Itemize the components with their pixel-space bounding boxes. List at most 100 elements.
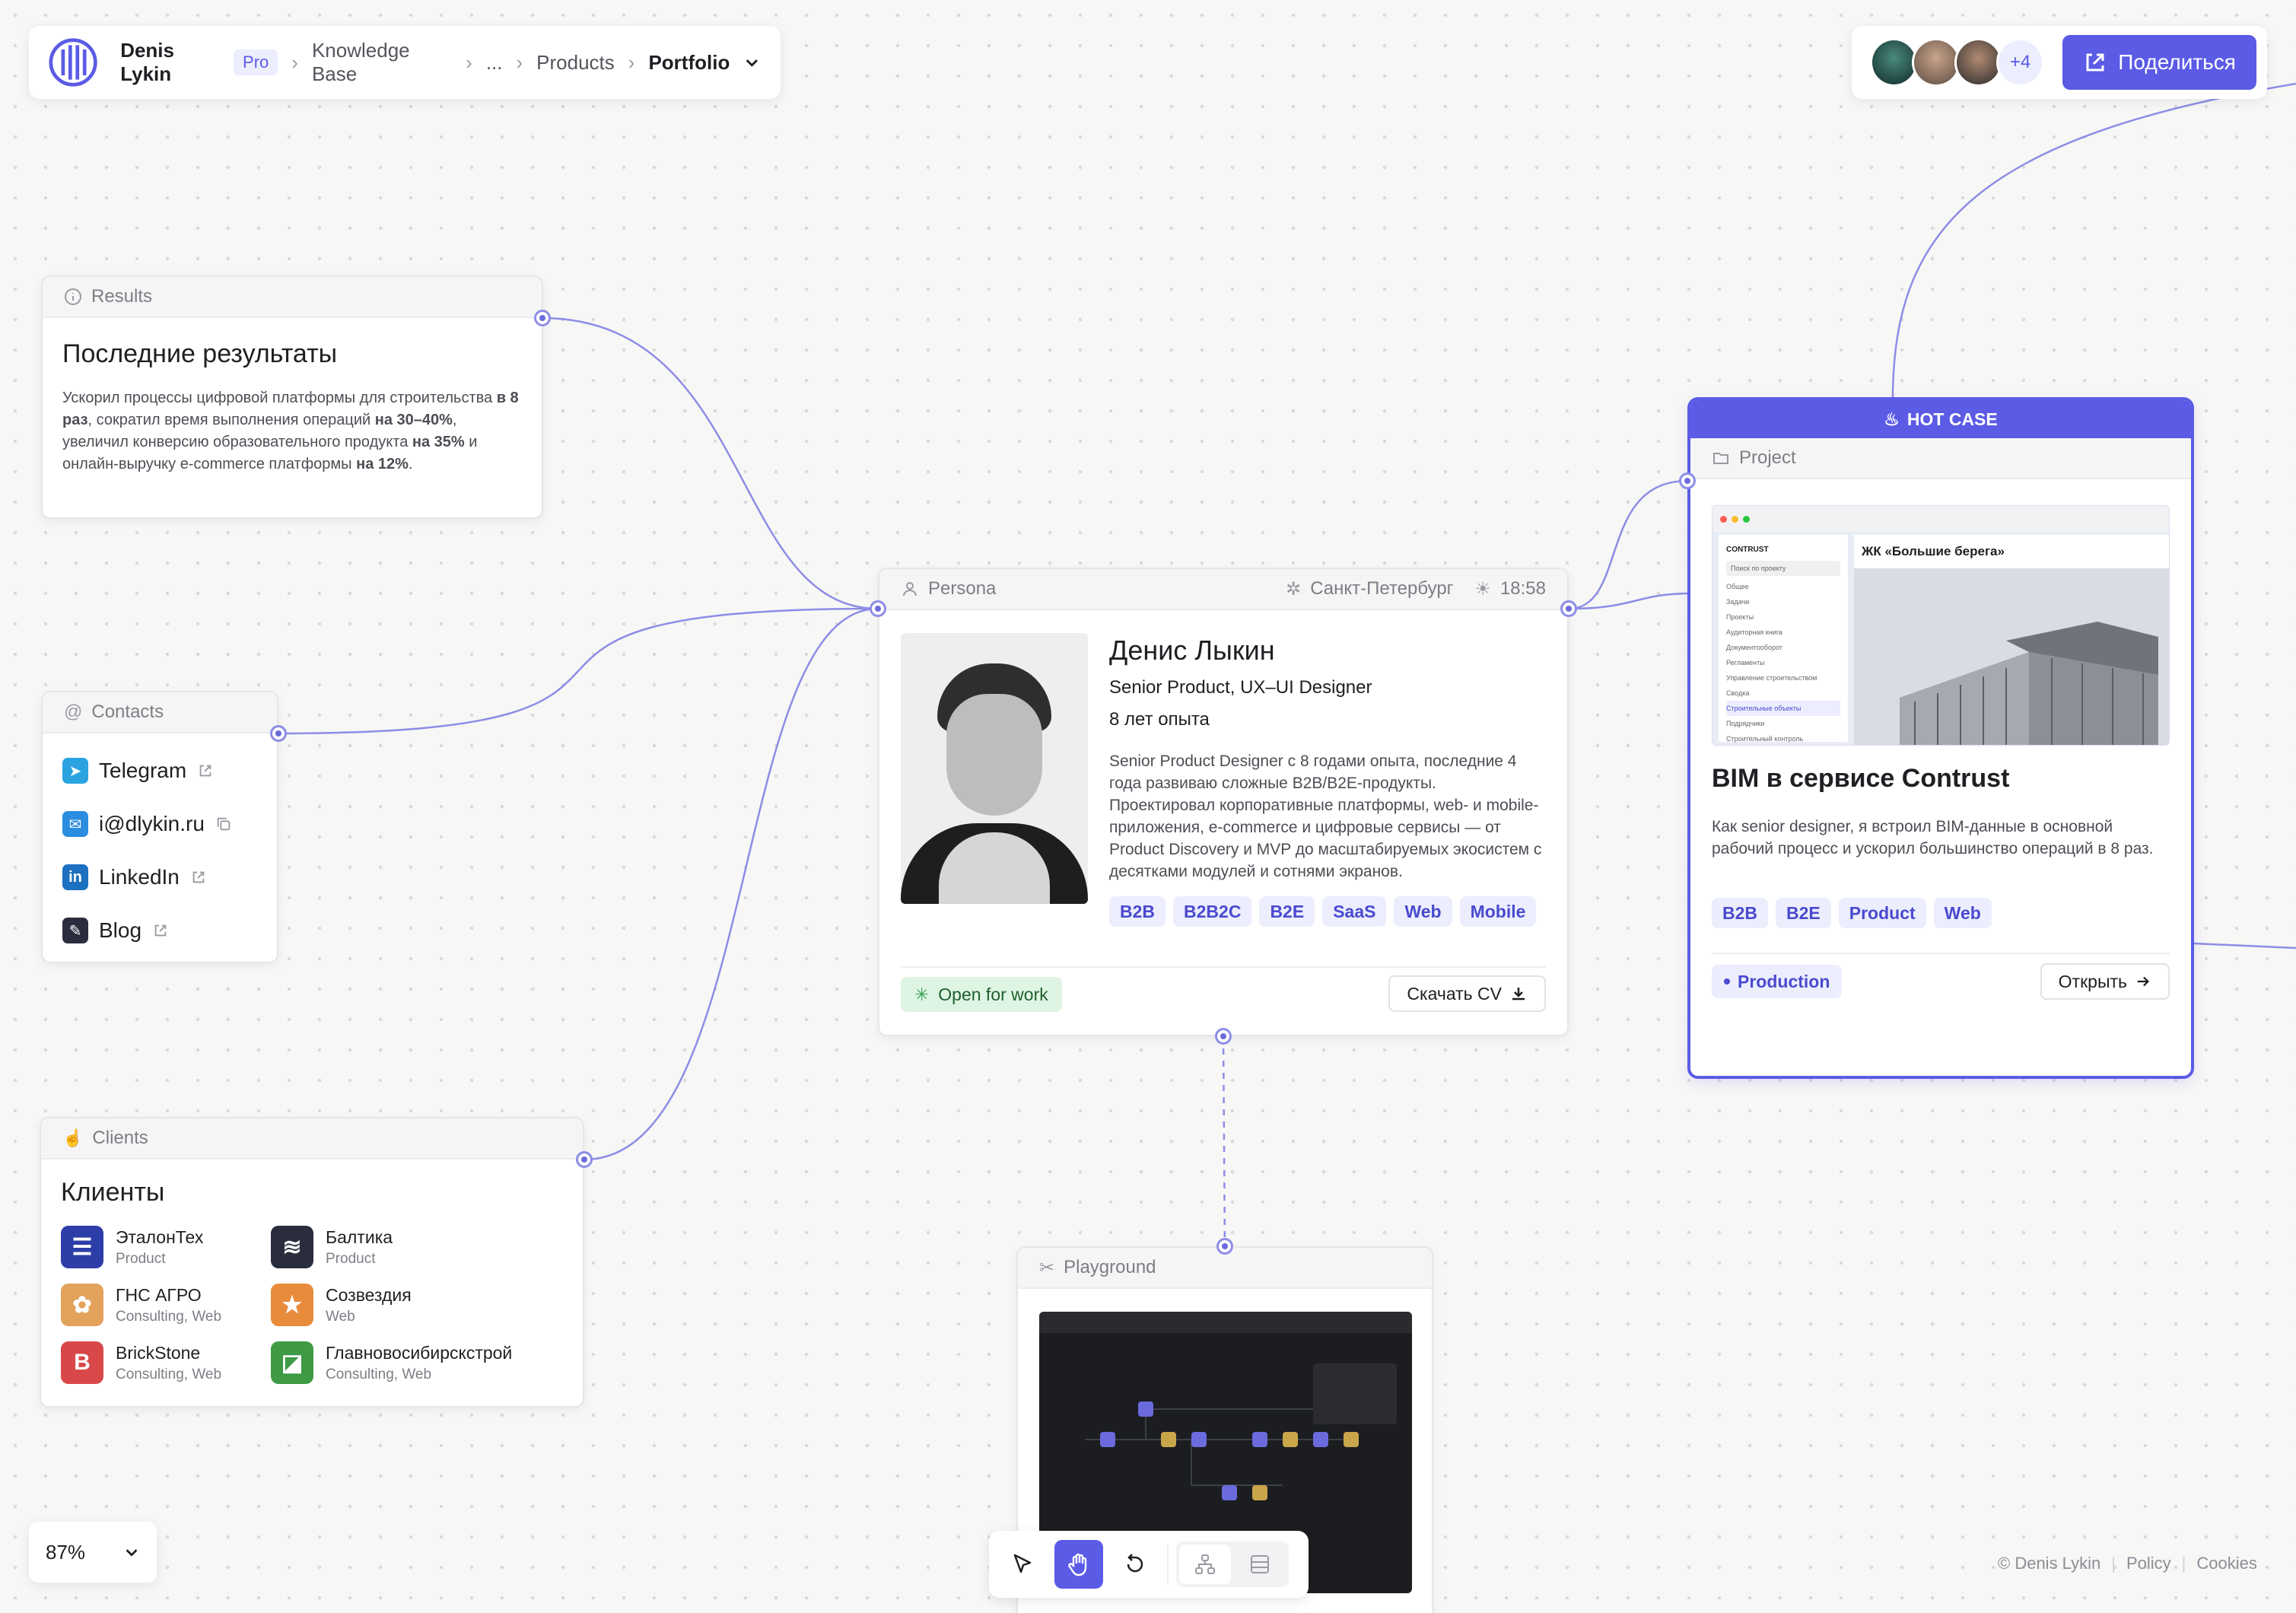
persona-card[interactable]: Persona ✲ Санкт-Петербург ☀ 18:58 Денис … xyxy=(878,568,1569,1036)
select-tool-button[interactable] xyxy=(998,1540,1047,1589)
project-tags: B2B B2E Product Web xyxy=(1712,898,1999,928)
tag: B2B xyxy=(1712,898,1769,928)
plan-badge: Pro xyxy=(234,49,278,75)
connector-handle[interactable] xyxy=(534,310,551,326)
user-icon xyxy=(903,582,917,597)
preview-brand: CONTRUST xyxy=(1726,546,1769,554)
contact-label: i@dlykin.ru xyxy=(99,812,205,835)
more-collaborators-badge[interactable]: +4 xyxy=(1995,38,2045,87)
client-item[interactable]: ☰ ЭталонТех Product xyxy=(61,1218,271,1276)
tag: B2E xyxy=(1776,898,1831,928)
external-link-icon xyxy=(154,924,167,937)
graph-view-button[interactable] xyxy=(1179,1545,1231,1584)
connector-handle[interactable] xyxy=(1560,600,1577,617)
persona-experience: 8 лет опыта xyxy=(1109,709,1210,730)
contact-email[interactable]: ✉ i@dlykin.ru xyxy=(62,797,257,851)
building-3d-model xyxy=(1854,568,2169,745)
tag: B2B2C xyxy=(1173,896,1252,927)
tag: Product xyxy=(1838,898,1926,928)
chevron-down-icon xyxy=(126,1549,138,1557)
contacts-card[interactable]: @ Contacts ➤ Telegram ✉ i@dlykin.ru in L… xyxy=(41,691,278,963)
glavnovosibirskstroy-logo-icon: ◪ xyxy=(271,1341,313,1384)
connector-handle[interactable] xyxy=(1679,472,1696,489)
results-title: Последние результаты xyxy=(62,339,338,368)
client-item[interactable]: ★ Созвездия Web xyxy=(271,1276,563,1334)
breadcrumb-current[interactable]: Portfolio xyxy=(648,51,730,75)
avatar[interactable] xyxy=(1870,38,1919,87)
project-preview[interactable]: CONTRUST Поиск по проекту Общее Задачи П… xyxy=(1712,505,2170,746)
tag: B2B xyxy=(1109,896,1166,927)
project-card[interactable]: ♨ HOT CASE Project CONTRUST Поиск по про… xyxy=(1687,397,2194,1079)
breadcrumb-ellipsis[interactable]: ... xyxy=(486,51,503,75)
chevron-right-icon: › xyxy=(628,50,635,74)
cookies-link[interactable]: Cookies xyxy=(2196,1554,2256,1573)
copy-icon xyxy=(217,817,231,831)
persona-city: Санкт-Петербург xyxy=(1310,578,1454,599)
view-toggle xyxy=(1176,1541,1289,1587)
chevron-down-icon[interactable] xyxy=(743,53,761,72)
avatar[interactable] xyxy=(1912,38,1961,87)
list-view-button[interactable] xyxy=(1234,1545,1286,1584)
tag: Mobile xyxy=(1459,896,1537,927)
collab-bar: +4 Поделиться xyxy=(1852,26,2267,99)
tag: Web xyxy=(1394,896,1452,927)
sunrise-icon: ☀ xyxy=(1474,578,1491,600)
contact-label: Telegram xyxy=(99,759,187,782)
clients-header-label: Clients xyxy=(92,1128,148,1148)
persona-time: 18:58 xyxy=(1499,578,1546,599)
arrow-right-icon xyxy=(2137,976,2150,987)
chevron-right-icon: › xyxy=(516,50,523,74)
tag: Web xyxy=(1933,898,1992,928)
policy-link[interactable]: Policy xyxy=(2126,1554,2171,1573)
chevron-right-icon: › xyxy=(291,50,298,74)
contact-blog[interactable]: ✎ Blog xyxy=(62,904,257,957)
results-header: Results xyxy=(43,277,542,318)
client-item[interactable]: ≋ Балтика Product xyxy=(271,1218,563,1276)
connector-handle[interactable] xyxy=(870,600,886,617)
clients-card[interactable]: ☝ Clients Клиенты ☰ ЭталонТех Product ≋ Бал… xyxy=(40,1117,584,1408)
results-card[interactable]: Results Последние результаты Ускорил про… xyxy=(41,275,543,519)
connector-handle[interactable] xyxy=(576,1151,593,1168)
open-project-button[interactable]: Открыть xyxy=(2040,963,2170,1000)
graph-icon xyxy=(1195,1554,1215,1574)
share-button[interactable]: Поделиться xyxy=(2062,35,2257,90)
hand-tool-button[interactable] xyxy=(1054,1540,1103,1589)
results-header-label: Results xyxy=(91,286,153,307)
spinner-icon: ✳ xyxy=(914,984,930,1004)
handshake-icon: ☝ xyxy=(62,1128,84,1147)
share-label: Поделиться xyxy=(2118,50,2236,74)
persona-tags: B2B B2B2C B2E SaaS Web Mobile xyxy=(1109,896,1546,927)
gns-agro-logo-icon: ✿ xyxy=(61,1284,103,1326)
project-header-label: Project xyxy=(1739,447,1796,468)
download-cv-label: Скачать CV xyxy=(1407,983,1502,1004)
brickstone-logo-icon: B xyxy=(61,1341,103,1384)
download-cv-button[interactable]: Скачать CV xyxy=(1388,975,1546,1012)
flame-icon: ♨ xyxy=(1884,409,1900,429)
contact-telegram[interactable]: ➤ Telegram xyxy=(62,744,257,797)
logo-icon[interactable] xyxy=(49,37,97,88)
folder-icon xyxy=(1713,453,1728,464)
persona-header: Persona ✲ Санкт-Петербург ☀ 18:58 xyxy=(879,569,1567,610)
persona-photo xyxy=(901,633,1088,904)
download-icon xyxy=(1512,988,1525,1001)
breadcrumb-knowledge-base[interactable]: Knowledge Base xyxy=(312,39,452,86)
persona-role: Senior Product, UX–UI Designer xyxy=(1109,677,1372,698)
info-icon xyxy=(65,288,81,305)
client-item[interactable]: ◪ Главновосибирскстрой Consulting, Web xyxy=(271,1334,563,1392)
contact-linkedin[interactable]: in LinkedIn xyxy=(62,851,257,904)
connector-handle[interactable] xyxy=(1215,1028,1232,1045)
connector-handle[interactable] xyxy=(1216,1238,1233,1255)
external-link-icon xyxy=(199,765,211,777)
results-text: Ускорил процессы цифровой платформы для … xyxy=(62,390,519,472)
client-item[interactable]: B BrickStone Consulting, Web xyxy=(61,1334,271,1392)
connector-handle[interactable] xyxy=(270,725,287,742)
avatar[interactable] xyxy=(1954,38,2002,87)
zoom-control[interactable]: 87% xyxy=(29,1522,157,1583)
client-item[interactable]: ✿ ГНС АГРО Consulting, Web xyxy=(61,1276,271,1334)
persona-bio: Senior Product Designer с 8 годами опыта… xyxy=(1109,752,1542,880)
baltika-logo-icon: ≋ xyxy=(271,1226,313,1268)
linkedin-icon: in xyxy=(62,864,88,890)
breadcrumb-products[interactable]: Products xyxy=(536,51,615,75)
blog-icon: ✎ xyxy=(62,918,88,943)
reset-view-button[interactable] xyxy=(1111,1540,1159,1589)
